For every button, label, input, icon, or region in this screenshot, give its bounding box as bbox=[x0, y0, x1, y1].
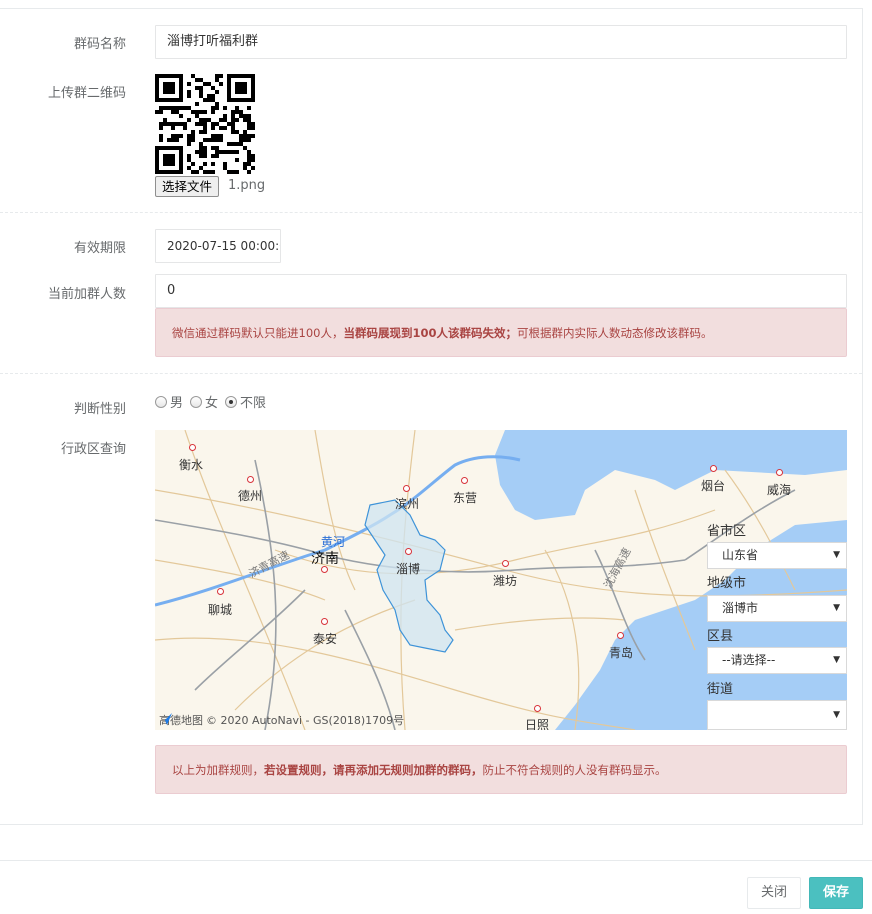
map-city-label: 威海 bbox=[767, 483, 792, 497]
map-city-marker bbox=[534, 705, 541, 712]
province-select-value: 山东省 bbox=[722, 548, 759, 562]
map-city-label: 衡水 bbox=[179, 458, 204, 472]
map-city-label: 日照 bbox=[525, 718, 550, 730]
chevron-down-icon: ▼ bbox=[833, 550, 840, 560]
city-select-value: 淄博市 bbox=[722, 601, 759, 615]
group-name-input[interactable]: 淄博打听福利群 bbox=[155, 25, 847, 59]
gender-option-label: 女 bbox=[205, 396, 219, 411]
gender-radio-female[interactable] bbox=[190, 395, 203, 408]
rule-alert: 以上为加群规则， 若设置规则，请再添加无规则加群的群码， 防止不符合规则的人没有群码… bbox=[155, 745, 847, 794]
map-city-label: 德州 bbox=[238, 489, 263, 503]
map-city-marker bbox=[217, 588, 224, 595]
map-city-label: 滨州 bbox=[395, 497, 420, 511]
district-label: 区县 bbox=[707, 629, 734, 644]
qr-code-image bbox=[155, 74, 255, 174]
amap-logo-icon bbox=[160, 713, 172, 725]
map-city-label: 济南 bbox=[311, 551, 339, 567]
map-city-label: 烟台 bbox=[701, 479, 726, 493]
section-divider bbox=[0, 212, 862, 213]
district-select-value: --请选择-- bbox=[722, 653, 776, 667]
member-count-label: 当前加群人数 bbox=[47, 287, 126, 302]
map-copyright: © 2020 AutoNavi - GS(2018)1709号 bbox=[206, 714, 405, 727]
choose-file-button[interactable]: 选择文件 bbox=[155, 176, 220, 197]
region-query-label: 行政区查询 bbox=[60, 442, 126, 457]
map-city-marker bbox=[321, 618, 328, 625]
district-select[interactable]: --请选择-- ▼ bbox=[707, 647, 847, 674]
region-map[interactable]: 衡水 德州 滨州 东营 烟台 威海 黄河 济南 淄博 潍坊 聊城 泰安 青岛 日… bbox=[155, 430, 847, 730]
map-city-marker bbox=[247, 476, 254, 483]
section-divider bbox=[0, 373, 862, 374]
map-city-label: 东营 bbox=[453, 491, 478, 505]
map-city-label: 潍坊 bbox=[493, 574, 518, 588]
gender-option-label: 男 bbox=[170, 396, 184, 411]
map-city-label: 聊城 bbox=[208, 603, 233, 617]
expiry-label: 有效期限 bbox=[73, 241, 126, 256]
map-city-marker bbox=[617, 632, 624, 639]
expiry-date-input[interactable]: 2020-07-15 00:00:0 bbox=[155, 229, 281, 263]
province-select[interactable]: 山东省 ▼ bbox=[707, 542, 847, 569]
province-label: 省市区 bbox=[707, 524, 747, 539]
map-city-marker bbox=[461, 477, 468, 484]
chevron-down-icon: ▼ bbox=[833, 655, 840, 665]
city-label: 地级市 bbox=[707, 576, 747, 591]
map-city-label: 淄博 bbox=[396, 562, 421, 576]
chosen-filename: 1.png bbox=[228, 178, 266, 193]
map-city-marker bbox=[502, 560, 509, 567]
alert-text: 以上为加群规则， bbox=[172, 762, 264, 777]
member-limit-alert: 微信通过群码默认只能进100人， 当群码展现到100人该群码失效； 可根据群内实际人… bbox=[155, 308, 847, 357]
gender-radio-group: 男 女 不限 bbox=[155, 392, 270, 411]
map-city-label: 泰安 bbox=[313, 632, 338, 646]
street-label: 街道 bbox=[707, 682, 734, 697]
map-city-marker bbox=[710, 465, 717, 472]
group-name-label: 群码名称 bbox=[73, 37, 126, 52]
street-select[interactable]: ▼ bbox=[707, 700, 847, 730]
map-attribution: 高德地图 © 2020 AutoNavi - GS(2018)1709号 bbox=[159, 712, 404, 728]
alert-bold-text: 当群码展现到100人该群码失效； bbox=[343, 325, 517, 340]
footer-divider bbox=[0, 860, 872, 861]
gender-radio-any[interactable] bbox=[225, 395, 238, 408]
chevron-down-icon: ▼ bbox=[833, 603, 840, 613]
gender-radio-male[interactable] bbox=[155, 395, 167, 408]
alert-text: 防止不符合规则的人没有群码显示。 bbox=[482, 762, 667, 777]
map-city-marker bbox=[776, 469, 783, 476]
chevron-down-icon: ▼ bbox=[833, 710, 840, 720]
alert-text: 微信通过群码默认只能进100人， bbox=[172, 325, 344, 340]
gender-label: 判断性别 bbox=[73, 402, 126, 417]
alert-text: 可根据群内实际人数动态修改该群码。 bbox=[516, 325, 713, 340]
gender-option-label: 不限 bbox=[240, 396, 267, 411]
close-button[interactable]: 关闭 bbox=[747, 877, 801, 909]
map-city-label: 青岛 bbox=[609, 646, 634, 660]
map-city-marker bbox=[403, 485, 410, 492]
member-count-input[interactable]: 0 bbox=[155, 274, 847, 308]
alert-bold-text: 若设置规则，请再添加无规则加群的群码， bbox=[264, 762, 483, 777]
map-city-marker bbox=[405, 548, 412, 555]
save-button[interactable]: 保存 bbox=[809, 877, 863, 909]
city-select[interactable]: 淄博市 ▼ bbox=[707, 595, 847, 622]
qr-upload-label: 上传群二维码 bbox=[47, 86, 126, 101]
map-city-marker bbox=[189, 444, 196, 451]
